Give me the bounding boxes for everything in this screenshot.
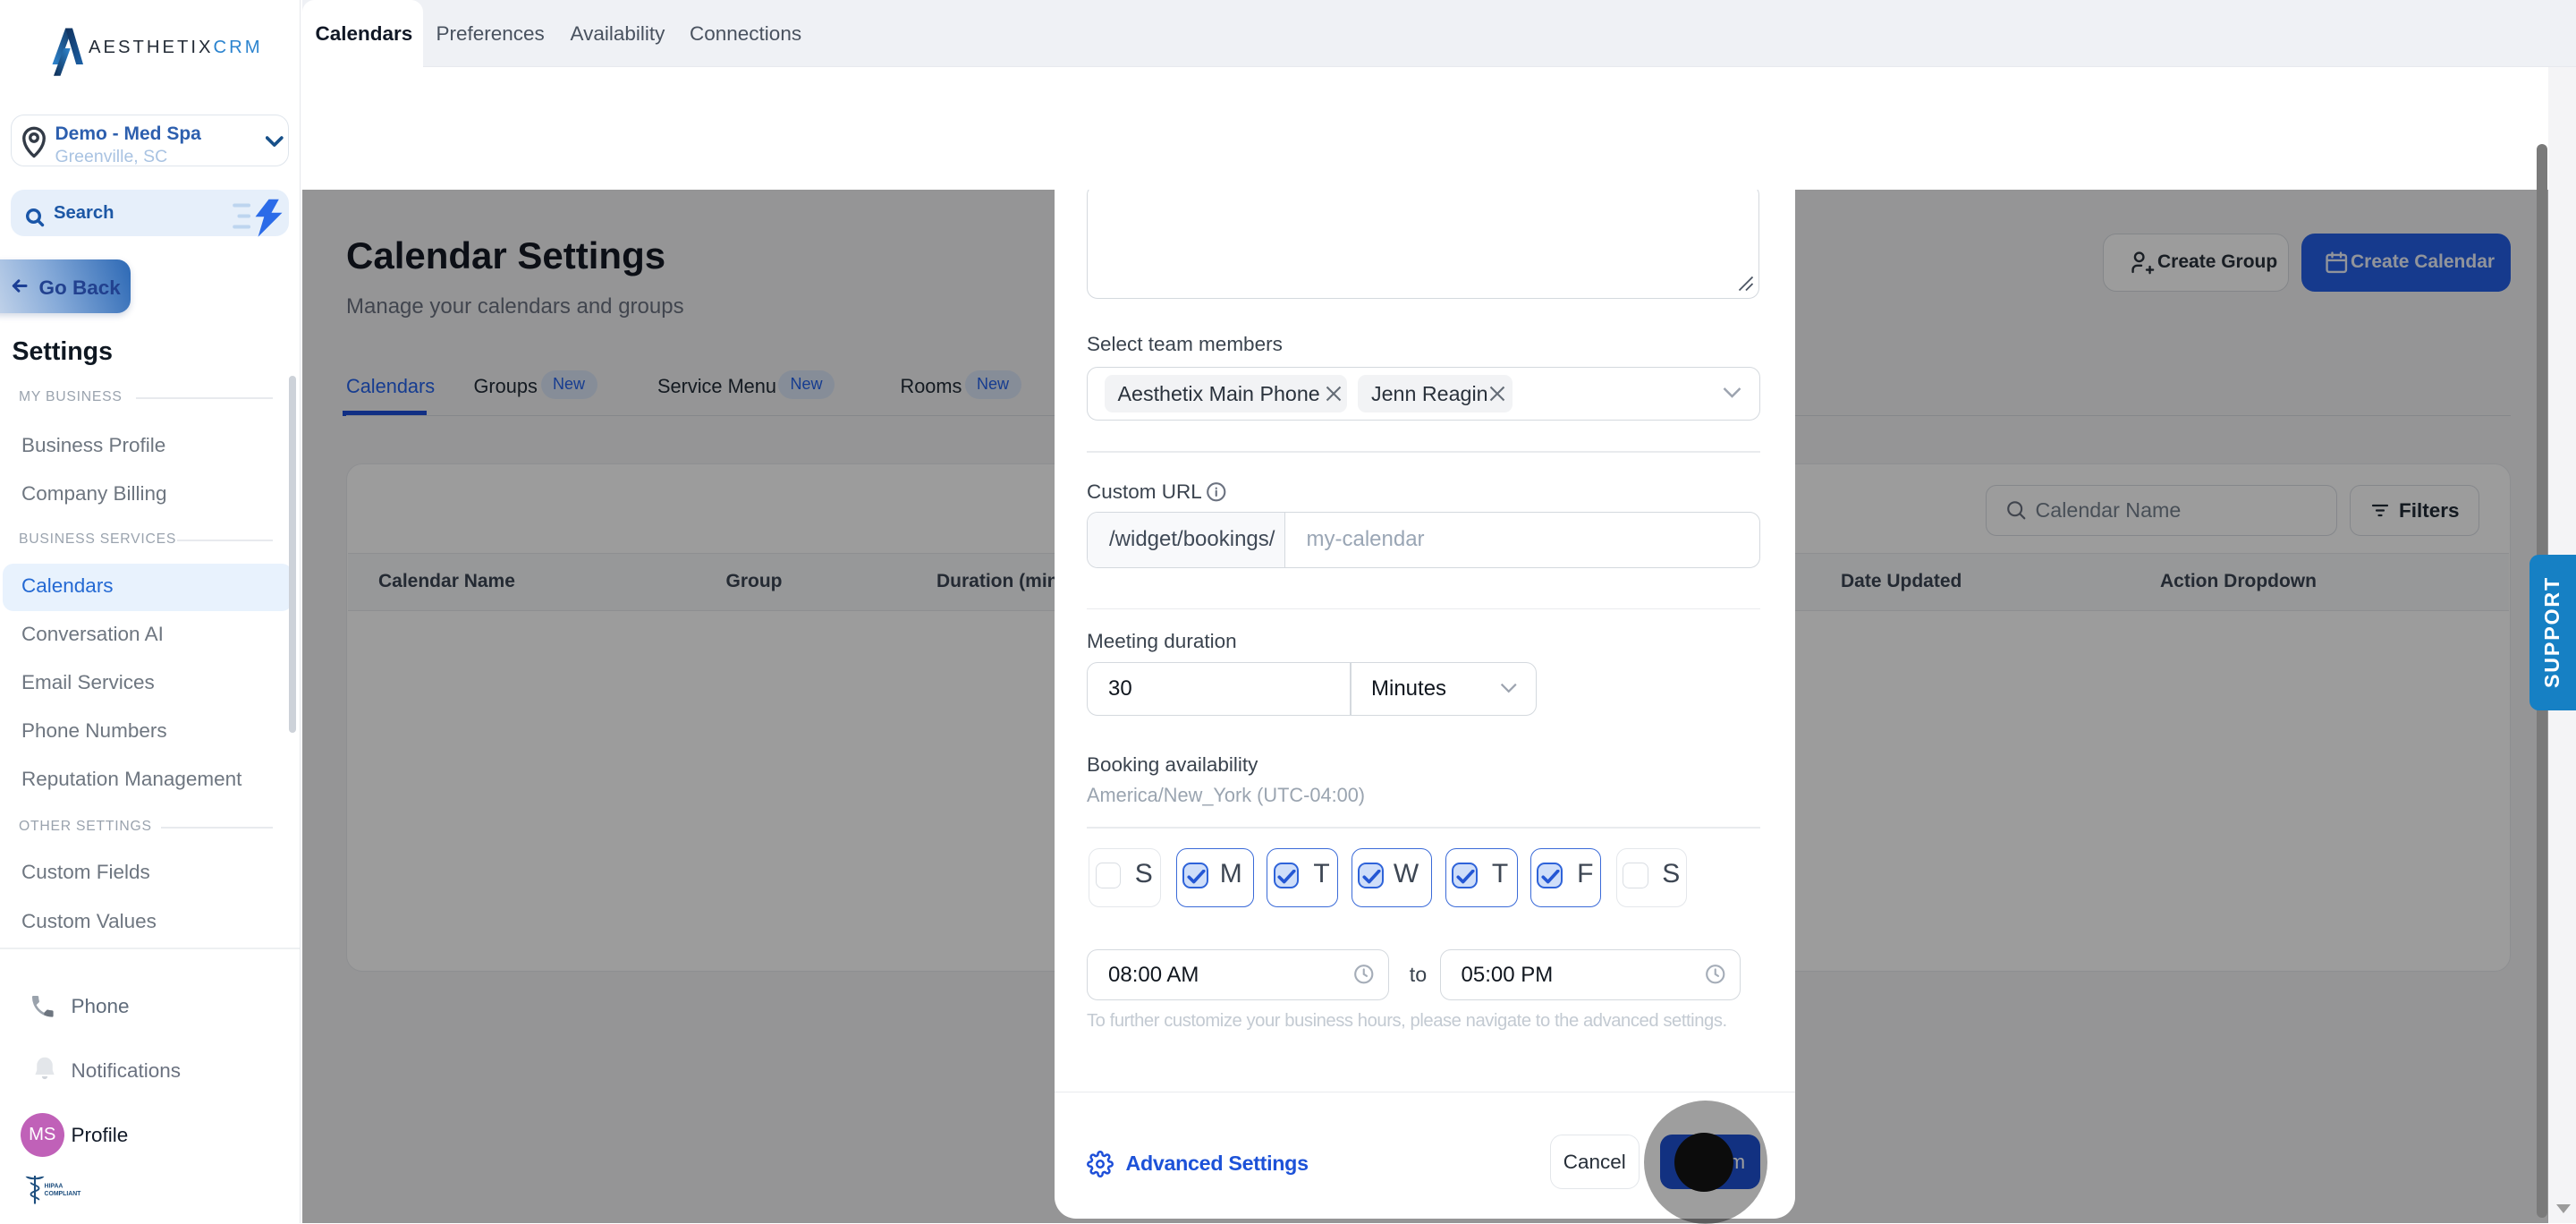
svg-text:HIPAA: HIPAA: [45, 1184, 64, 1190]
svg-text:COMPLIANT: COMPLIANT: [45, 1191, 82, 1197]
